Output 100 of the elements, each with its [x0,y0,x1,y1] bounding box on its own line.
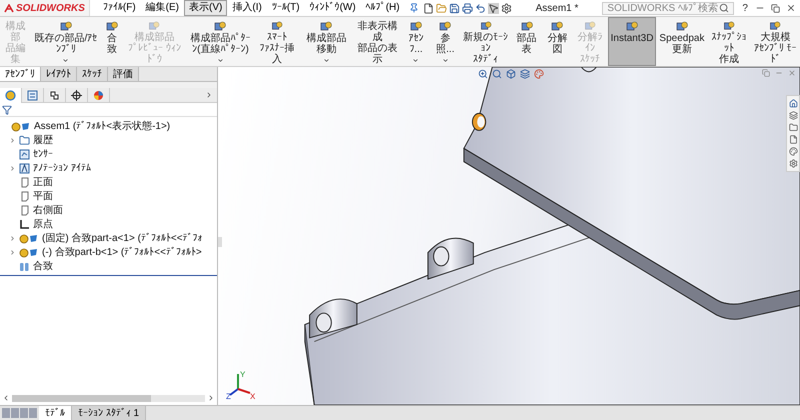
menu-item[interactable]: ｳｨﾝﾄﾞｳ(W) [304,0,361,16]
plane-icon [19,176,30,188]
palette-icon[interactable] [788,147,798,156]
pointer-icon[interactable] [488,2,499,14]
tool-icon [723,21,735,32]
toolbar-button[interactable]: 分解図 [542,17,573,66]
toolbar-button[interactable]: 既存の部品/ｱｾﾝﾌﾞﾘ [30,17,101,66]
help-button[interactable]: ? [738,0,752,16]
file-icon[interactable] [788,135,798,144]
toolbar-button[interactable]: ｽﾏｰﾄ ﾌｧｽﾅｰ挿入 [256,17,299,66]
mates-icon [19,260,30,272]
axis-triad-drawing: Y Z X [226,369,256,399]
feature-tree-tab-icon[interactable] [5,90,16,100]
folder-icon[interactable] [788,123,798,132]
search-icon [719,3,730,13]
tool-icon [480,21,492,32]
zoom-area-icon[interactable] [492,69,502,79]
tool-icon [626,21,638,33]
crosshair-tab-icon[interactable] [71,90,82,100]
pin-icon[interactable] [408,3,419,13]
tree-item[interactable]: 合致 [33,258,53,274]
origin-icon [19,218,30,230]
bottom-tab[interactable]: ﾓｰｼｮﾝ ｽﾀﾃﾞｨ 1 [72,406,146,420]
toolbar-button[interactable]: Instant3D [608,17,656,66]
annotation-icon [19,162,30,174]
menu-item[interactable]: ﾂｰﾙ(T) [266,0,305,16]
toolbar-button[interactable]: 構成部品移動 [298,17,354,66]
tool-icon [214,21,226,33]
settings-icon[interactable] [500,2,512,14]
document-title: Assem1 * [536,2,578,16]
printer-icon[interactable] [462,2,473,14]
home-icon[interactable] [788,99,798,108]
scroll-right-icon[interactable] [207,394,215,402]
command-tab[interactable]: ﾚｲｱｳﾄ [41,67,77,81]
tool-icon [271,21,284,32]
property-tab-icon[interactable] [27,90,38,100]
close-icon[interactable] [786,3,796,13]
tree-item[interactable]: 右側面 [33,202,63,218]
part-icon [19,232,39,244]
filter-icon[interactable] [2,104,12,114]
plane-icon [19,204,30,216]
toolbar-button[interactable]: 部品表 [511,17,542,66]
tree-item[interactable]: 履歴 [33,132,53,148]
toolbar-button[interactable]: 構成部品ﾊﾟﾀｰﾝ(直線ﾊﾟﾀｰﾝ) [185,17,256,66]
menu-item[interactable]: ﾍﾙﾌﾟ(H) [360,0,405,16]
restore-icon[interactable] [770,4,780,12]
tree-item[interactable]: 平面 [33,188,53,204]
solidworks-logo: SOLIDWORKS [0,0,90,16]
panel-collapse-handle [218,237,222,247]
tree-item[interactable]: (固定) 合致part-a<1> (ﾃﾞﾌｫﾙﾄ<<ﾃﾞﾌｫ [42,230,203,246]
bottom-tab[interactable]: ﾓﾃﾞﾙ [39,406,72,420]
new-file-icon[interactable] [422,2,434,14]
part-icon [19,246,39,258]
command-tab[interactable]: ｽｹｯﾁ [77,67,108,81]
zoom-icon[interactable] [478,69,488,79]
tool-icon [106,21,118,33]
tree-item[interactable]: 正面 [33,174,53,190]
scroll-left-icon[interactable] [2,394,10,402]
menu-item[interactable]: ﾌｧｲﾙ(F) [98,0,141,16]
command-tab[interactable]: ｱｾﾝﾌﾞﾘ [0,67,41,81]
toolbar-button[interactable]: ｱｾﾝﾌ... [401,17,431,66]
tree-item[interactable]: 原点 [33,216,53,232]
history-folder-icon [19,134,30,146]
more-tabs-icon[interactable] [205,91,213,99]
assembly-icon [11,120,31,132]
horizontal-scrollbar[interactable] [12,394,205,402]
tree-item[interactable]: ｾﾝｻｰ [33,146,53,162]
configuration-tab-icon[interactable] [49,90,60,100]
tool-icon [584,21,596,32]
tree-item[interactable]: (-) 合致part-b<1> (ﾃﾞﾌｫﾙﾄ<<ﾃﾞﾌｫﾙﾄ> [42,244,202,260]
settings-icon[interactable] [788,159,798,168]
toolbar-button[interactable]: 合致 [100,17,124,66]
undo-icon[interactable] [474,2,486,14]
tree-item[interactable]: ｱﾉﾃｰｼｮﾝ ｱｲﾃﾑ [33,160,91,176]
toolbar-button[interactable]: 参照... [430,17,460,66]
menu-item[interactable]: 編集(E) [140,0,184,16]
tool-icon [769,21,782,32]
display-tab-icon[interactable] [93,90,104,100]
tool-icon [551,21,564,33]
toolbar-button[interactable]: ｽﾅｯﾌﾟｼｮｯﾄ 作成 [707,17,751,66]
save-icon[interactable] [448,2,460,14]
plane-icon [19,190,30,202]
toolbar-button[interactable]: Speedpak 更新 [656,17,708,66]
menu-item[interactable]: 挿入(I) [227,0,267,16]
sensor-icon [19,148,30,160]
toolbar-button[interactable]: 新規のﾓｰｼｮﾝ ｽﾀﾃﾞｨ [460,17,512,66]
command-tab[interactable]: 評価 [108,67,139,81]
tool-icon [439,21,452,33]
tool-icon [148,21,160,32]
tool-icon [320,21,332,33]
tool-icon [520,21,533,33]
help-search-field[interactable]: SOLIDWORKS ﾍﾙﾌﾟ検索 [602,2,734,14]
tool-icon [410,21,422,33]
menu-item[interactable]: 表示(V) [184,0,228,16]
toolbar-button[interactable]: 大規模 ｱｾﾝﾌﾞﾘ ﾓｰﾄﾞ [750,17,800,66]
layers-icon[interactable] [788,111,798,120]
tool-icon [676,21,688,33]
tree-item[interactable]: Assem1 (ﾃﾞﾌｫﾙﾄ<表示状態-1>) [34,118,170,134]
tool-icon [60,21,72,33]
toolbar-button[interactable]: 非表示構成 部品の表示 [354,17,402,66]
